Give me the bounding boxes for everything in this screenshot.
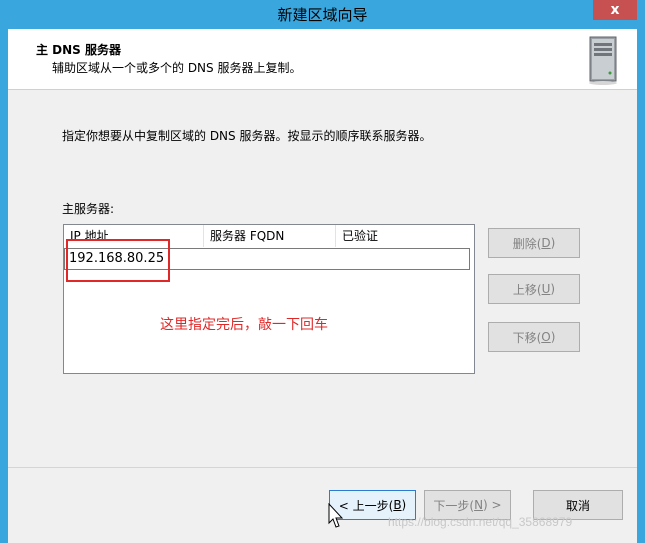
column-server-fqdn[interactable]: 服务器 FQDN — [204, 225, 336, 247]
delete-label: 删除( — [512, 236, 542, 251]
wizard-header: 主 DNS 服务器 辅助区域从一个或多个的 DNS 服务器上复制。 — [8, 29, 637, 90]
window-frame-right — [637, 0, 645, 543]
move-up-button[interactable]: 上移(U) — [488, 274, 580, 304]
move-up-label: 上移( — [512, 282, 542, 297]
move-down-label-suffix: ) — [550, 330, 556, 344]
close-button[interactable]: x — [593, 0, 637, 20]
delete-button[interactable]: 删除(D) — [488, 228, 580, 258]
server-icon — [589, 36, 617, 85]
wizard-client: 主 DNS 服务器 辅助区域从一个或多个的 DNS 服务器上复制。 指定你想要从… — [8, 29, 637, 543]
column-verified[interactable]: 已验证 — [336, 225, 474, 247]
back-label: < 上一步( — [338, 498, 394, 513]
watermark-text: https://blog.csdn.net/qq_35868979 — [388, 515, 573, 529]
window-title: 新建区域向导 — [277, 6, 368, 24]
move-down-label: 下移( — [512, 330, 542, 345]
header-description: 辅助区域从一个或多个的 DNS 服务器上复制。 — [52, 61, 302, 75]
instruction-text: 指定你想要从中复制区域的 DNS 服务器。按显示的顺序联系服务器。 — [62, 129, 432, 143]
primary-servers-label: 主服务器: — [62, 202, 115, 216]
next-label-suffix: ) > — [483, 498, 502, 512]
window-frame-left — [0, 0, 8, 543]
mouse-cursor-icon — [328, 503, 344, 528]
title-bar[interactable]: 新建区域向导 x — [0, 0, 645, 29]
move-up-label-suffix: ) — [550, 282, 556, 296]
delete-label-suffix: ) — [550, 236, 556, 250]
footer-divider — [8, 467, 637, 468]
back-hotkey: B — [393, 498, 402, 512]
next-label: 下一步( — [433, 498, 475, 513]
back-label-suffix: ) — [401, 498, 407, 512]
annotation-highlight-box — [66, 239, 170, 282]
move-down-hotkey: O — [541, 330, 551, 344]
delete-hotkey: D — [541, 236, 551, 250]
move-down-button[interactable]: 下移(O) — [488, 322, 580, 352]
close-icon: x — [610, 2, 620, 18]
header-title: 主 DNS 服务器 — [36, 43, 122, 57]
move-up-hotkey: U — [541, 282, 551, 296]
annotation-text: 这里指定完后，敲一下回车 — [160, 317, 328, 333]
next-hotkey: N — [474, 498, 484, 512]
